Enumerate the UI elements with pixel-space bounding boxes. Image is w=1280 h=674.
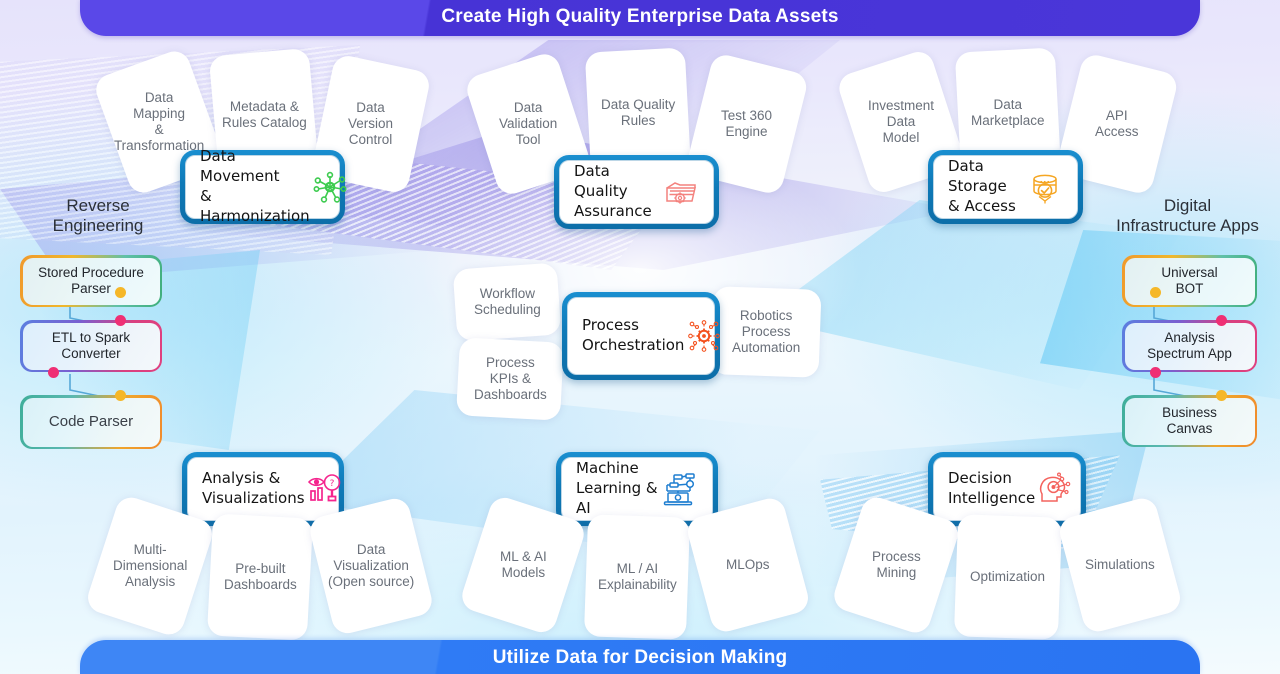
petal-label: Simulations xyxy=(1085,557,1155,573)
petal-robotics-process-automation[interactable]: Robotics Process Automation xyxy=(710,286,822,378)
petal-label: Data Quality Rules xyxy=(600,97,676,129)
petal-label: Data Marketplace xyxy=(971,97,1045,129)
petal-label: Multi- Dimensional Analysis xyxy=(112,542,188,589)
petal-label: MLOps xyxy=(726,557,770,573)
database-check-icon xyxy=(1025,167,1065,207)
card-business-canvas[interactable]: Business Canvas xyxy=(1122,395,1257,447)
eye-magnifier-chart-icon: ? xyxy=(305,469,345,509)
petal-label: ML & AI Models xyxy=(499,549,547,580)
card-label: Data Quality Assurance xyxy=(574,162,652,220)
connector-dot-amber-right-1 xyxy=(1150,287,1161,298)
petal-label: ML / AI Explainability xyxy=(597,561,677,592)
banner-bottom: Utilize Data for Decision Making xyxy=(80,640,1200,674)
connector-dot-amber-left-1 xyxy=(115,287,126,298)
petal-label: Pre-built Dashboards xyxy=(223,561,297,592)
card-label: Universal BOT xyxy=(1124,257,1255,305)
petal-label: Optimization xyxy=(970,569,1046,585)
card-etl-to-spark-converter[interactable]: ETL to Spark Converter xyxy=(20,320,162,372)
folder-gear-icon xyxy=(661,172,701,212)
card-data-quality-assurance[interactable]: Data Quality Assurance xyxy=(554,155,719,229)
banner-top: Create High Quality Enterprise Data Asse… xyxy=(80,0,1200,36)
card-analysis-visualizations[interactable]: Analysis & Visualizations ? xyxy=(182,452,344,526)
petal-data-visualization-open-source[interactable]: Data Visualization (Open source) xyxy=(306,495,436,637)
petal-mlops[interactable]: MLOps xyxy=(684,495,812,635)
petal-label: Data Visualization (Open source) xyxy=(327,542,415,589)
petal-ml-ai-explainability[interactable]: ML / AI Explainability xyxy=(583,514,691,640)
petal-label: Process KPIs & Dashboards xyxy=(473,355,547,402)
card-label: Stored Procedure Parser xyxy=(22,257,160,305)
petal-label: Data Version Control xyxy=(348,100,394,147)
connector-dot-pink-right-2 xyxy=(1150,367,1161,378)
petal-process-kpis-dashboards[interactable]: Process KPIs & Dashboards xyxy=(456,337,564,421)
petal-optimization[interactable]: Optimization xyxy=(953,514,1063,640)
card-data-storage-access[interactable]: Data Storage & Access xyxy=(928,150,1083,224)
left-panel-title: Reverse Engineering xyxy=(52,196,144,236)
network-hub-icon xyxy=(310,167,350,207)
card-stored-procedure-parser[interactable]: Stored Procedure Parser xyxy=(20,255,162,307)
card-label: Decision Intelligence xyxy=(948,469,1036,507)
card-code-parser[interactable]: Code Parser xyxy=(20,395,162,449)
svg-text:?: ? xyxy=(329,479,334,489)
card-decision-intelligence[interactable]: Decision Intelligence xyxy=(928,452,1086,526)
connector-dot-pink-left-1 xyxy=(115,315,126,326)
head-target-icon xyxy=(1035,469,1075,509)
petal-label: Investment Data Model xyxy=(867,98,935,145)
card-label: Business Canvas xyxy=(1124,397,1255,445)
card-process-orchestration[interactable]: Process Orchestration xyxy=(562,292,721,380)
petal-label: Robotics Process Automation xyxy=(731,308,801,355)
gear-circuit-icon xyxy=(684,316,724,356)
petal-label: Test 360 Engine xyxy=(721,108,773,139)
petal-label: Data Mapping & Transformation xyxy=(113,90,205,153)
card-analysis-spectrum-app[interactable]: Analysis Spectrum App xyxy=(1122,320,1257,372)
laptop-flow-icon xyxy=(660,469,700,509)
connector-dot-amber-left-2 xyxy=(115,390,126,401)
petal-label: API Access xyxy=(1095,108,1139,139)
card-label: ETL to Spark Converter xyxy=(22,322,160,370)
connector-dot-pink-right-1 xyxy=(1216,315,1227,326)
petal-label: Workflow Scheduling xyxy=(473,286,541,317)
card-label: Data Storage & Access xyxy=(948,157,1016,215)
card-label: Process Orchestration xyxy=(582,316,685,354)
card-universal-bot[interactable]: Universal BOT xyxy=(1122,255,1257,307)
card-label: Data Movement & Harmonization xyxy=(200,147,310,225)
card-label: Code Parser xyxy=(22,397,160,447)
petal-label: Data Validation Tool xyxy=(498,100,558,147)
card-data-movement-harmonization[interactable]: Data Movement & Harmonization xyxy=(180,147,347,225)
card-machine-learning-ai[interactable]: Machine Learning & AI xyxy=(556,452,718,526)
connector-dot-amber-right-3 xyxy=(1216,390,1227,401)
card-label: Analysis & Visualizations xyxy=(202,469,305,507)
petal-pre-built-dashboards[interactable]: Pre-built Dashboards xyxy=(206,513,314,641)
card-label: Analysis Spectrum App xyxy=(1124,322,1255,370)
petal-label: Process Mining xyxy=(871,549,921,580)
connector-dot-pink-left-2 xyxy=(48,367,59,378)
petal-workflow-scheduling[interactable]: Workflow Scheduling xyxy=(452,262,562,342)
card-label: Machine Learning & AI xyxy=(576,459,658,517)
right-panel-title: Digital Infrastructure Apps xyxy=(1116,196,1259,236)
diagram-canvas: Create High Quality Enterprise Data Asse… xyxy=(0,0,1280,674)
petal-simulations[interactable]: Simulations xyxy=(1056,495,1184,635)
petal-label: Metadata & Rules Catalog xyxy=(221,99,307,131)
